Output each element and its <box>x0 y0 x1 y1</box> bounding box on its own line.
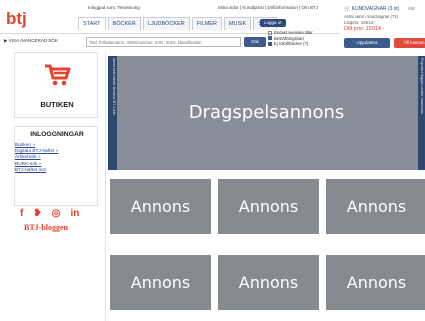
vis-label[interactable]: VIS <box>408 6 415 11</box>
tab-start[interactable]: START <box>78 17 106 30</box>
advanced-search-label: VISA AVANCERAD SÖK <box>8 38 58 43</box>
facebook-icon[interactable]: f <box>20 208 23 219</box>
filter-label: Ej rokoftböcker (?) <box>274 41 309 47</box>
cart-icon: 🛒 <box>344 6 352 12</box>
tab-bocker[interactable]: BÖCKER <box>107 17 141 30</box>
shopping-cart-icon <box>45 64 71 86</box>
accordion-ad-label: Dragspelsannons <box>188 102 345 123</box>
tab-musik[interactable]: MUSIK <box>223 17 252 30</box>
logins-box: INLOGGNINGAR Butiken » Digitala BTJ-häft… <box>14 126 98 206</box>
filter-no-rokoft[interactable]: Ej rokoftböcker (?) <box>268 41 313 47</box>
logins-title: INLOGGNINGAR <box>30 131 84 138</box>
logged-in-status: Inloggad som: Testvisning <box>88 5 140 10</box>
twitter-icon[interactable]: ❥ <box>33 208 41 219</box>
cart-panel: 🛒 KUNDVAGNAR (3 st) Antal varor i kundva… <box>340 4 425 52</box>
checkbox-icon[interactable] <box>268 30 272 35</box>
ad-slot[interactable]: Annons <box>110 255 211 310</box>
cart-net-price: Ditt pris: 15014:- <box>344 26 385 32</box>
instagram-icon[interactable]: ◎ <box>52 208 61 219</box>
main-tabs: START BÖCKER LJUDBÖCKER FILMER MUSIK SPE… <box>78 17 278 30</box>
search-input[interactable] <box>86 37 241 47</box>
cart-title[interactable]: 🛒 KUNDVAGNAR (3 st) <box>344 6 399 12</box>
login-links: Butiken » Digitala BTJ-häftet » ArtikelS… <box>15 143 58 174</box>
logout-button[interactable]: Logga ut <box>260 19 286 27</box>
blog-link[interactable]: BTJ-bloggen <box>24 223 68 232</box>
advanced-search-toggle[interactable]: ▶ VISA AVANCERAD SÖK <box>4 38 58 44</box>
ad-slot[interactable]: Annons <box>218 179 319 234</box>
tab-ljudbocker[interactable]: LJUDBÖCKER <box>142 17 190 30</box>
tab-filmer[interactable]: FILMER <box>191 17 222 30</box>
ad-slot[interactable]: Annons <box>326 255 425 310</box>
search-filters: Endast svenska titlar Beställningsbart E… <box>268 30 313 47</box>
filter-label: Beställningsbart <box>274 35 304 41</box>
top-links[interactable]: Mina sidor | Kundtjänst | Driftinformati… <box>218 5 318 10</box>
linkedin-icon[interactable]: in <box>70 208 79 219</box>
cart-title-text: KUNDVAGNAR (3 st) <box>351 6 400 12</box>
ad-slot[interactable]: Annons <box>326 179 425 234</box>
social-icons: f ❥ ◎ in <box>20 208 100 219</box>
login-link[interactable]: BTJ-häftet mm <box>15 168 58 174</box>
checkbox-checked-icon[interactable] <box>268 42 272 47</box>
search-button[interactable]: Sök <box>244 37 266 47</box>
ad-slot[interactable]: Annons <box>110 179 211 234</box>
cart-customer: Antal varor i kundvagnar (72) <box>344 14 398 19</box>
checkout-button[interactable]: Till kassan <box>394 38 425 48</box>
ad-slot[interactable]: Annons <box>218 255 319 310</box>
shop-label: BUTIKEN <box>40 100 74 109</box>
sidebar: BUTIKEN INLOGGNINGAR Butiken » Digitala … <box>0 52 106 321</box>
btj-logo[interactable]: btj <box>6 6 32 32</box>
filter-label: Endast svenska titlar <box>274 30 313 35</box>
shop-box[interactable]: BUTIKEN <box>14 52 98 118</box>
update-cart-button[interactable]: Uppdatera <box>344 38 390 48</box>
cart-list-price: Listpris: 15014:- <box>344 20 377 25</box>
checkbox-checked-icon[interactable] <box>268 36 272 41</box>
